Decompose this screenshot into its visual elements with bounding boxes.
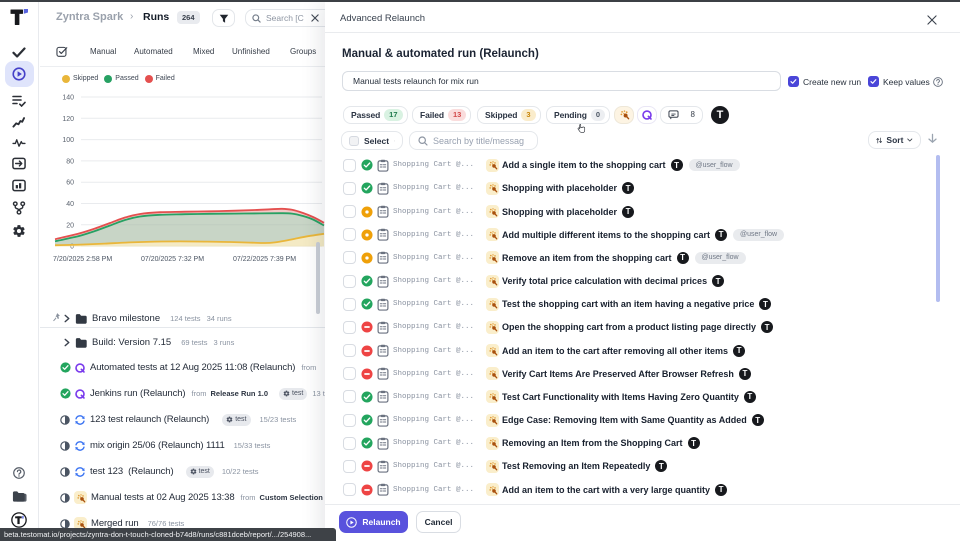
svg-text:80: 80 [66,158,74,165]
svg-text:140: 140 [62,95,74,102]
svg-text:40: 40 [66,201,74,208]
svg-text:120: 120 [62,116,74,123]
svg-text:100: 100 [62,137,74,144]
svg-text:20: 20 [66,222,74,229]
svg-text:60: 60 [66,180,74,187]
